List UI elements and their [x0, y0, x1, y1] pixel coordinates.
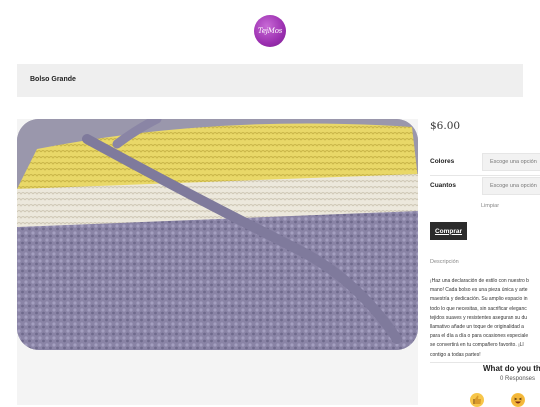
description-line: mano! Cada bolso es una pieza única y ar…: [430, 287, 528, 294]
clear-link[interactable]: Limpiar: [481, 203, 499, 209]
description-line: contigo a todas partes!: [430, 351, 481, 358]
divider: [430, 175, 540, 176]
cuantos-label: Cuantos: [430, 182, 456, 189]
description-line: se convertirá en tu compañero favorito. …: [430, 342, 524, 349]
description-title: Descripción: [430, 259, 459, 265]
responses-count: 0 Responses: [500, 376, 536, 382]
colores-select[interactable]: Escoge una opción: [482, 153, 540, 171]
comments-divider: [430, 362, 540, 363]
description-line: todo lo que necesitas, sin sacrificar el…: [430, 305, 527, 312]
comments-title: What do you th: [483, 364, 540, 373]
description-line: para el día a día o para ocasiones espec…: [430, 333, 529, 340]
page-title: Bolso Grande: [30, 76, 76, 83]
product-price: $6.00: [430, 120, 461, 132]
description-line: maestría y dedicación. Su amplio espacio…: [430, 296, 528, 303]
colores-label: Colores: [430, 158, 455, 165]
product-image[interactable]: [17, 119, 418, 350]
logo-text: TejMos: [257, 27, 283, 35]
description-line: tejidos suaves y resistentes aseguran su…: [430, 314, 527, 321]
brand-logo[interactable]: TejMos: [254, 15, 286, 47]
description-line: ¡Haz una declaración de estilo con nuest…: [430, 278, 529, 284]
buy-button[interactable]: Comprar: [430, 222, 467, 240]
cuantos-select[interactable]: Escoge una opción: [482, 177, 540, 195]
description-text: ¡Haz una declaración de estilo con nuest…: [430, 277, 540, 360]
breadcrumb: Bolso Grande: [17, 64, 523, 97]
product-gallery: [17, 119, 418, 405]
description-line: llamativo añade un toque de originalidad…: [430, 324, 524, 331]
